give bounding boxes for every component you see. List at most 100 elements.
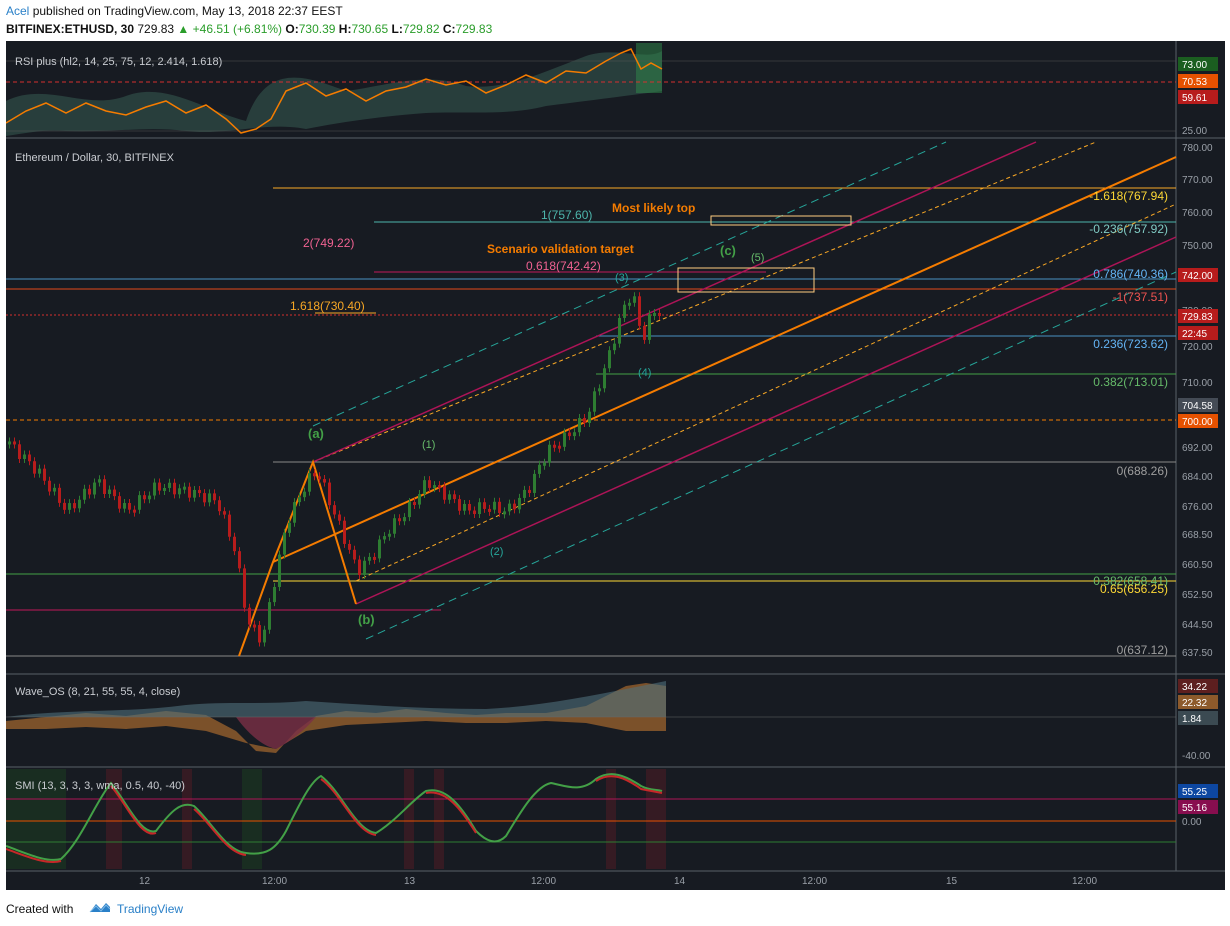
candle-body [33,461,36,474]
candle-body [243,568,246,608]
wave-b-label: (b) [358,612,375,627]
publish-line: Acel published on TradingView.com, May 1… [6,4,343,18]
candle-body [38,468,41,474]
candle-body [343,520,346,544]
created-with-text: Created with [6,902,74,916]
candle-body [298,497,301,503]
chart-area[interactable]: RSI plus (hl2, 14, 25, 75, 12, 2.414, 1.… [6,41,1225,890]
candle-body [63,502,66,510]
candle-body [478,502,481,515]
candle-body [8,441,11,445]
candle-body [438,485,441,489]
candle-body [558,445,561,449]
time-label-15: 15 [946,876,958,887]
candle-body [653,313,656,317]
candle-body [288,522,291,533]
candle-body [68,503,71,510]
tradingview-link[interactable]: TradingView [117,902,183,916]
candle-body [533,473,536,493]
candle-body [488,508,491,512]
candle-body [443,485,446,500]
rsi-axis-4: 25.00 [1182,126,1207,137]
candle-body [138,495,141,510]
wave-4-label: (4) [638,367,651,379]
symbol-label[interactable]: BITFINEX:ETHUSD, 30 [6,22,134,36]
close-label: C: [442,22,456,36]
candle-body [648,314,651,340]
rsi-axis-3: 59.61 [1182,93,1207,104]
fib-label-637: 0(637.12) [1117,643,1168,657]
candle-body [188,486,191,498]
price-axis-label: 637.50 [1182,648,1213,659]
time-label-1200-a: 12:00 [262,876,287,887]
candle-body [258,625,261,643]
candle-body [148,495,151,500]
close-value: 729.83 [455,22,493,36]
candle-body [428,480,431,488]
price-axis-label: 652.50 [1182,590,1213,601]
candle-body [373,556,376,560]
price-axis-label: 780.00 [1182,143,1213,154]
high-value: 730.65 [351,22,389,36]
author-link[interactable]: Acel [6,4,29,18]
candle-body [278,554,281,587]
candle-body [98,479,101,483]
fib-label-757: -0.236(757.92) [1089,222,1168,236]
candle-body [223,511,226,515]
candle-body [203,493,206,503]
chart-svg[interactable]: RSI plus (hl2, 14, 25, 75, 12, 2.414, 1.… [6,41,1225,890]
candle-body [218,500,221,512]
candle-body [423,480,426,495]
rsi-axis-2: 70.53 [1182,77,1207,88]
candle-body [263,629,266,643]
candle-body [163,487,166,491]
ext-label-749: 2(749.22) [303,236,354,250]
fib-label-740: 0.786(740.36) [1093,267,1168,281]
candle-body [483,502,486,509]
candle-body [453,494,456,500]
wave-title: Wave_OS (8, 21, 55, 55, 4, close) [15,686,180,698]
candle-body [158,482,161,491]
price-axis-label: 750.00 [1182,241,1213,252]
candle-body [78,499,81,509]
candle-body [23,454,26,459]
candle-body [388,533,391,537]
candle-body [398,518,401,522]
candle-body [253,624,256,628]
candle-body [518,497,521,510]
fib-label-688: 0(688.26) [1117,464,1168,478]
candle-body [48,480,51,492]
wave-axis-2: 22.32 [1182,698,1207,709]
candle-body [468,503,471,511]
fib-label-656: 0.65(656.25) [1100,582,1168,596]
main-title: Ethereum / Dollar, 30, BITFINEX [15,152,175,164]
smi-title: SMI (13, 3, 3, 3, wma, 0.5, 40, -40) [15,780,185,792]
fib-label-713: 0.382(713.01) [1093,375,1168,389]
candle-body [348,543,351,550]
candle-body [338,514,341,521]
smi-zone-5 [404,769,414,869]
scenario-target-label: Scenario validation target [487,242,634,256]
candle-body [318,476,321,480]
candle-body [118,496,121,509]
price-axis-label: 760.00 [1182,208,1213,219]
price-axis-label: 660.50 [1182,560,1213,571]
price-axis-label: 692.00 [1182,443,1213,454]
candle-body [628,302,631,306]
candle-body [133,509,136,513]
fib-label-723: 0.236(723.62) [1093,337,1168,351]
candle-body [83,488,86,500]
candle-body [383,536,386,540]
candle-body [108,489,111,494]
candle-body [53,487,56,492]
candle-body [643,325,646,340]
candle-body [228,514,231,537]
time-label-13: 13 [404,876,416,887]
tradingview-logo-icon[interactable] [88,900,112,917]
candle-body [593,391,596,412]
wave-3-label: (3) [615,272,628,284]
candle-body [103,479,106,494]
candle-body [503,511,506,515]
candle-body [273,586,276,603]
candle-body [458,499,461,511]
